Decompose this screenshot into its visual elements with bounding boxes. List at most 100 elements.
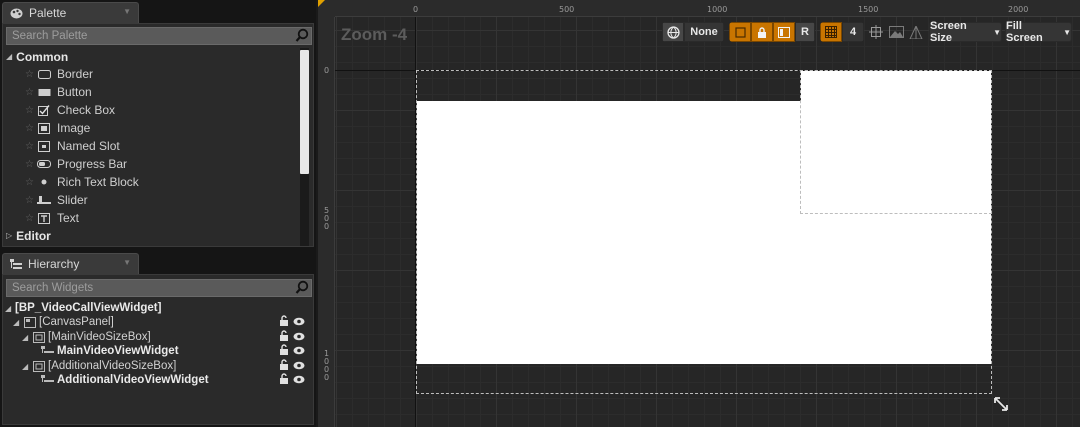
r-toggle-button[interactable]: R bbox=[795, 22, 815, 42]
palette-item-button[interactable]: ☆ Button bbox=[25, 83, 92, 101]
search-icon bbox=[295, 280, 309, 296]
ruler-tick-label: 2000 bbox=[1008, 5, 1029, 14]
palette-search-input[interactable]: Search Palette bbox=[6, 27, 312, 45]
favorite-star-icon[interactable]: ☆ bbox=[25, 213, 37, 224]
visibility-eye-icon[interactable] bbox=[293, 315, 305, 329]
favorite-star-icon[interactable]: ☆ bbox=[25, 87, 37, 98]
category-common-label: Common bbox=[16, 49, 69, 64]
background-image-icon[interactable] bbox=[886, 22, 906, 42]
globe-icon[interactable] bbox=[662, 22, 684, 42]
hierarchy-panel: Search Widgets ◢ [BP_VideoCallViewWidget… bbox=[2, 274, 314, 425]
chevron-down-icon: ▼ bbox=[1063, 27, 1071, 37]
visibility-eye-icon[interactable] bbox=[293, 344, 305, 358]
ruler-tick-label: 1500 bbox=[858, 5, 879, 14]
ruler-top: 0 500 1000 1500 2000 bbox=[335, 0, 1080, 17]
view-options-group: R bbox=[729, 22, 815, 42]
canvas-panel-icon bbox=[23, 316, 36, 328]
row-tools bbox=[279, 373, 305, 387]
grid-snap-value[interactable]: 4 bbox=[842, 22, 864, 42]
palette-item-check-box[interactable]: ☆ Check Box bbox=[25, 101, 115, 119]
palette-icon bbox=[10, 8, 23, 19]
zoom-level-label: Zoom -4 bbox=[341, 25, 408, 44]
tree-item-label: [AdditionalVideoSizeBox] bbox=[48, 360, 177, 372]
palette-item-named-slot[interactable]: ☆ Named Slot bbox=[25, 137, 120, 155]
hierarchy-search-placeholder: Search Widgets bbox=[12, 282, 94, 294]
palette-panel: Search Palette ◢ Common ☆ Border ☆ Butto… bbox=[2, 23, 314, 247]
grid-snap-value-label: 4 bbox=[849, 26, 857, 38]
safe-zone-icon[interactable] bbox=[906, 22, 926, 42]
palette-item-text[interactable]: ☆ Text bbox=[25, 209, 79, 227]
text-icon bbox=[37, 212, 51, 224]
dot-icon bbox=[37, 177, 51, 188]
hierarchy-tab-menu-icon[interactable]: ▼ bbox=[123, 258, 131, 267]
palette-item-label: Image bbox=[57, 121, 91, 135]
tree-item-main-video-size-box[interactable]: ◢ [MainVideoSizeBox] bbox=[22, 330, 151, 344]
category-common[interactable]: ◢ Common bbox=[6, 48, 68, 65]
hierarchy-tab[interactable]: Hierarchy ▼ bbox=[2, 253, 139, 274]
favorite-star-icon[interactable]: ☆ bbox=[25, 195, 37, 206]
respect-locks-toggle[interactable] bbox=[773, 22, 795, 42]
favorite-star-icon[interactable]: ☆ bbox=[25, 69, 37, 80]
size-box-icon bbox=[32, 331, 45, 343]
lock-icon[interactable] bbox=[279, 359, 289, 373]
dashed-outline-toggle[interactable] bbox=[729, 22, 751, 42]
visibility-eye-icon[interactable] bbox=[293, 359, 305, 373]
palette-item-progress-bar[interactable]: ☆ Progress Bar bbox=[25, 155, 127, 173]
locale-dropdown-value: None bbox=[690, 26, 718, 38]
left-panels: Palette ▼ Search Palette ◢ Common ☆ Bord… bbox=[0, 0, 316, 427]
row-tools bbox=[279, 344, 305, 358]
visibility-eye-icon[interactable] bbox=[293, 373, 305, 387]
palette-item-label: Rich Text Block bbox=[57, 175, 139, 189]
palette-tab[interactable]: Palette ▼ bbox=[2, 2, 139, 23]
expanded-triangle-icon: ◢ bbox=[22, 332, 29, 342]
lock-icon[interactable] bbox=[279, 330, 289, 344]
tree-item-root[interactable]: ◢ [BP_VideoCallViewWidget] bbox=[5, 301, 161, 315]
designer-viewport[interactable]: 0 500 1000 1500 2000 0 500 1000 Zoom -4 … bbox=[318, 0, 1080, 427]
palette-item-image[interactable]: ☆ Image bbox=[25, 119, 90, 137]
palette-item-border[interactable]: ☆ Border bbox=[25, 65, 93, 83]
palette-tab-menu-icon[interactable]: ▼ bbox=[123, 7, 131, 16]
grid-snap-group: 4 bbox=[820, 22, 864, 42]
resize-arrows-icon[interactable] bbox=[866, 22, 886, 42]
favorite-star-icon[interactable]: ☆ bbox=[25, 177, 37, 188]
named-slot-icon bbox=[37, 140, 51, 152]
ruler-tick-label: 0 bbox=[324, 66, 330, 75]
favorite-star-icon[interactable]: ☆ bbox=[25, 159, 37, 170]
category-editor[interactable]: ▷ Editor bbox=[6, 227, 51, 244]
palette-tab-title: Palette bbox=[29, 6, 67, 20]
palette-scroll-thumb[interactable] bbox=[300, 50, 309, 174]
favorite-star-icon[interactable]: ☆ bbox=[25, 123, 37, 134]
r-toggle-label: R bbox=[801, 26, 809, 38]
lock-toggle[interactable] bbox=[751, 22, 773, 42]
hierarchy-search-input[interactable]: Search Widgets bbox=[6, 279, 312, 297]
row-tools bbox=[279, 359, 305, 373]
tree-item-label: [CanvasPanel] bbox=[39, 316, 114, 328]
main-video-view-widget[interactable] bbox=[417, 101, 801, 364]
visibility-eye-icon[interactable] bbox=[293, 330, 305, 344]
fill-screen-dropdown[interactable]: Fill Screen ▼ bbox=[1005, 20, 1072, 44]
palette-item-label: Text bbox=[57, 211, 80, 225]
tree-item-canvas-panel[interactable]: ◢ [CanvasPanel] bbox=[13, 315, 114, 329]
tree-item-additional-video-size-box[interactable]: ◢ [AdditionalVideoSizeBox] bbox=[22, 359, 176, 373]
additional-video-view-widget[interactable] bbox=[800, 70, 992, 214]
expanded-triangle-icon: ◢ bbox=[5, 303, 12, 313]
palette-item-label: Border bbox=[57, 67, 94, 81]
tree-item-main-video-view-widget[interactable]: MainVideoViewWidget bbox=[41, 344, 179, 358]
resize-handle-icon[interactable] bbox=[993, 396, 1009, 415]
grid-snap-icon[interactable] bbox=[820, 22, 842, 42]
lock-icon[interactable] bbox=[279, 344, 289, 358]
designer-toolbar: None R 4 Screen Size ▼ Fill Screen ▼ bbox=[662, 20, 1072, 44]
favorite-star-icon[interactable]: ☆ bbox=[25, 141, 37, 152]
user-widget-icon bbox=[41, 375, 54, 386]
palette-item-slider[interactable]: ☆ Slider bbox=[25, 191, 88, 209]
ruler-tick-label: 500 bbox=[324, 206, 330, 231]
tree-item-label: [BP_VideoCallViewWidget] bbox=[15, 302, 162, 314]
tree-item-additional-video-view-widget[interactable]: AdditionalVideoViewWidget bbox=[41, 373, 209, 387]
palette-scrollbar[interactable] bbox=[300, 48, 309, 246]
lock-icon[interactable] bbox=[279, 315, 289, 329]
palette-item-rich-text-block[interactable]: ☆ Rich Text Block bbox=[25, 173, 139, 191]
locale-dropdown[interactable]: None bbox=[684, 22, 724, 42]
favorite-star-icon[interactable]: ☆ bbox=[25, 105, 37, 116]
screen-size-dropdown[interactable]: Screen Size ▼ bbox=[929, 20, 1002, 44]
lock-icon[interactable] bbox=[279, 373, 289, 387]
